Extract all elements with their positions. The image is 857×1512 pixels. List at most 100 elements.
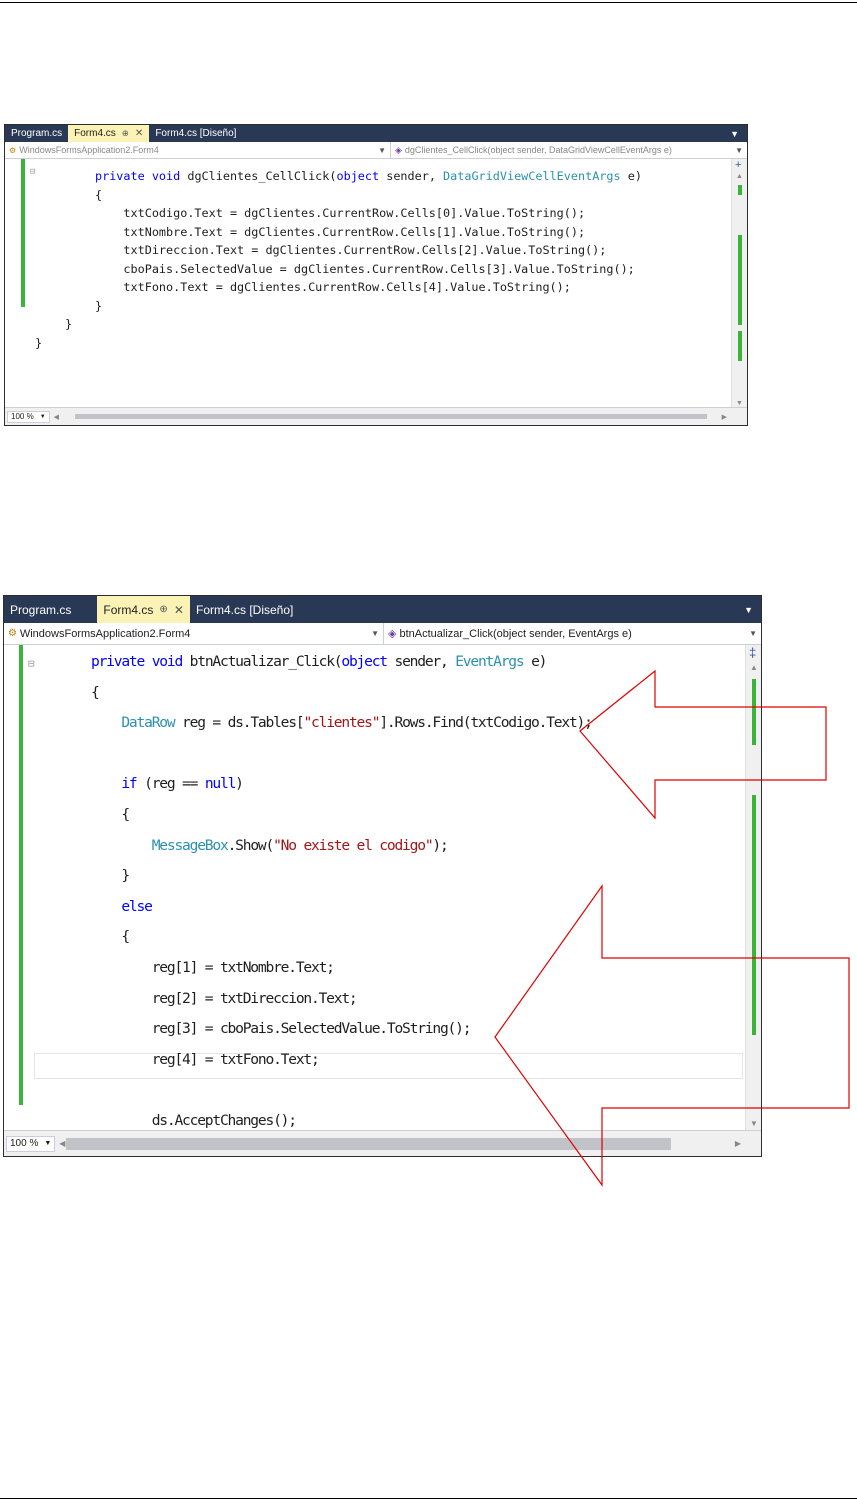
scroll-up-icon[interactable]: ▲ <box>736 173 743 180</box>
change-marker <box>738 185 742 195</box>
close-icon[interactable]: ✕ <box>174 603 184 617</box>
chevron-down-icon[interactable]: ▼ <box>371 629 379 638</box>
code-line: txtFono.Text = dgClientes.CurrentRow.Cel… <box>95 280 571 294</box>
code-line: txtDireccion.Text = dgClientes.CurrentRo… <box>95 243 606 257</box>
tab-list-dropdown-icon[interactable]: ▼ <box>744 605 753 615</box>
collapse-icon[interactable]: ⊟ <box>28 657 35 670</box>
code-token: ) <box>235 775 244 793</box>
document-tab-bar: Program.cs Form4.cs ⊕ ✕ Form4.cs [Diseño… <box>5 125 747 142</box>
code-line: private void btnActualizar_Click(object … <box>91 653 547 670</box>
member-dropdown[interactable]: ◈ btnActualizar_Click(object sender, Eve… <box>384 623 761 644</box>
code-line: } <box>35 336 42 350</box>
member-dropdown[interactable]: ◈ dgClientes_CellClick(object sender, Da… <box>391 142 747 158</box>
tab-form4-cs[interactable]: Form4.cs ⊕ ✕ <box>97 596 190 623</box>
code-token: e) <box>531 653 547 670</box>
code-token: } <box>91 867 130 885</box>
code-token: } <box>65 317 73 331</box>
collapse-icon[interactable]: ⊟ <box>30 167 35 177</box>
chevron-down-icon[interactable]: ▼ <box>378 146 386 155</box>
code-line: } <box>91 867 130 885</box>
code-line: else <box>91 898 153 915</box>
change-marker <box>752 679 756 745</box>
code-token: object <box>336 169 387 183</box>
scroll-left-icon[interactable]: ◀ <box>54 413 59 421</box>
horizontal-scroll-thumb[interactable] <box>75 414 707 419</box>
type-dropdown[interactable]: ⚙ WindowsFormsApplication2.Form4 ▼ <box>4 623 384 644</box>
tab-form4-cs[interactable]: Form4.cs ⊕ ✕ <box>68 125 150 142</box>
code-line: DataRow reg = ds.Tables["clientes"].Rows… <box>91 714 593 732</box>
vertical-scrollbar[interactable]: ‡ ▲ ▼ <box>745 645 761 1132</box>
code-token: private <box>91 653 152 670</box>
code-line: { <box>91 806 130 823</box>
scroll-left-icon[interactable]: ◀ <box>59 1139 65 1148</box>
tab-list-dropdown-icon[interactable]: ▼ <box>730 129 739 139</box>
chevron-down-icon[interactable]: ▼ <box>44 1140 51 1147</box>
code-token: reg[4] = txtFono.Text; <box>91 1050 320 1068</box>
code-token: void <box>151 653 190 670</box>
tab-form4-designer[interactable]: Form4.cs [Diseño] <box>149 125 242 142</box>
code-token: private <box>95 169 152 183</box>
code-line: { <box>91 683 100 701</box>
code-line: } <box>65 317 72 331</box>
scroll-down-icon[interactable]: ▼ <box>750 1119 758 1128</box>
zoom-dropdown[interactable]: 100 % ▼ <box>6 1135 56 1152</box>
code-area[interactable]: ⊟ private void btnActualizar_Click(objec… <box>4 645 761 1156</box>
scroll-right-icon[interactable]: ▶ <box>735 1139 741 1148</box>
change-tracking-bar <box>19 645 23 1105</box>
bottom-page-rule <box>0 1498 857 1499</box>
change-marker <box>738 331 742 361</box>
top-page-rule <box>0 2 857 3</box>
chevron-down-icon[interactable]: ▼ <box>40 414 46 420</box>
method-icon: ◈ <box>395 144 402 155</box>
code-token: { <box>91 683 100 701</box>
split-icon[interactable]: + <box>735 159 741 171</box>
code-token: ); <box>432 836 448 854</box>
code-line: txtNombre.Text = dgClientes.CurrentRow.C… <box>95 225 585 239</box>
code-token: btnActualizar_Click( <box>189 653 343 670</box>
code-token: reg[1] = txtNombre.Text; <box>91 959 335 976</box>
code-line: txtCodigo.Text = dgClientes.CurrentRow.C… <box>95 206 585 220</box>
code-token: "No existe el codigo" <box>273 836 434 854</box>
pin-icon[interactable]: ⊕ <box>122 128 129 139</box>
code-line: reg[2] = txtDireccion.Text; <box>91 990 358 1007</box>
code-token: } <box>95 298 103 313</box>
code-token: DataRow <box>91 714 183 732</box>
method-icon: ◈ <box>388 628 397 640</box>
tab-program-cs[interactable]: Program.cs <box>5 125 68 142</box>
code-line: cboPais.SelectedValue = dgClientes.Curre… <box>95 262 634 276</box>
code-token: sender, <box>394 653 456 670</box>
code-token: (reg == <box>144 775 205 793</box>
code-token: txtFono.Text = dgClientes.CurrentRow.Cel… <box>95 280 571 294</box>
change-tracking-bar <box>21 159 25 307</box>
chevron-down-icon[interactable]: ▼ <box>749 629 757 638</box>
code-token: if <box>91 775 145 793</box>
code-token: EventArgs <box>455 653 532 670</box>
navigation-bar: ⚙ WindowsFormsApplication2.Form4 ▼ ◈ btn… <box>4 623 761 645</box>
code-token: { <box>91 928 130 946</box>
code-editor-1: Program.cs Form4.cs ⊕ ✕ Form4.cs [Diseño… <box>4 124 748 426</box>
scroll-down-icon[interactable]: ▼ <box>736 400 743 407</box>
vertical-scrollbar[interactable]: + ▲ ▼ <box>731 159 747 409</box>
type-dropdown[interactable]: ⚙ WindowsFormsApplication2.Form4 ▼ <box>5 142 391 158</box>
navigation-bar: ⚙ WindowsFormsApplication2.Form4 ▼ ◈ dgC… <box>5 142 747 159</box>
code-token: dgClientes_CellClick( <box>187 169 337 183</box>
code-area[interactable]: ⊟ private void dgClientes_CellClick(obje… <box>5 159 747 409</box>
zoom-dropdown[interactable]: 100 % ▼ <box>7 410 50 423</box>
horizontal-scroll-thumb[interactable] <box>66 1138 671 1150</box>
close-icon[interactable]: ✕ <box>135 128 143 139</box>
code-line: { <box>91 928 130 946</box>
code-token: "clientes" <box>303 714 380 732</box>
code-token: object <box>341 653 395 670</box>
scroll-up-icon[interactable]: ▲ <box>750 663 758 672</box>
pin-icon[interactable]: ⊕ <box>159 604 168 615</box>
chevron-down-icon[interactable]: ▼ <box>735 146 743 155</box>
change-marker <box>738 235 742 325</box>
change-marker <box>752 795 756 1035</box>
scroll-right-icon[interactable]: ▶ <box>722 413 727 421</box>
code-token: reg = ds.Tables[ <box>182 714 305 732</box>
tab-form4-designer[interactable]: Form4.cs [Diseño] <box>190 596 299 623</box>
code-token: txtCodigo.Text = dgClientes.CurrentRow.C… <box>95 206 586 220</box>
code-line: reg[1] = txtNombre.Text; <box>91 959 335 976</box>
tab-program-cs[interactable]: Program.cs <box>4 596 77 623</box>
split-icon[interactable]: ‡ <box>749 645 756 660</box>
